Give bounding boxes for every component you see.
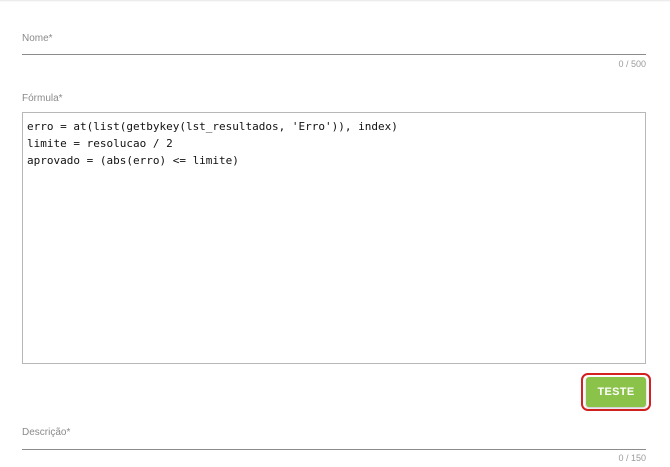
formula-editor[interactable]: erro = at(list(getbykey(lst_resultados, … — [22, 112, 646, 364]
nome-input[interactable] — [22, 40, 646, 55]
formula-line: aprovado = (abs(erro) <= limite) — [27, 154, 239, 167]
formula-line: erro = at(list(getbykey(lst_resultados, … — [27, 120, 398, 133]
test-button[interactable]: TESTE — [586, 377, 646, 407]
nome-counter: 0 / 500 — [618, 59, 646, 69]
formula-form: Nome* 0 / 500 Fórmula* erro = at(list(ge… — [0, 0, 670, 467]
descricao-input[interactable] — [22, 435, 646, 450]
formula-line: limite = resolucao / 2 — [27, 137, 173, 150]
descricao-counter: 0 / 150 — [618, 453, 646, 463]
formula-label: Fórmula* — [22, 93, 63, 104]
top-shadow — [0, 0, 670, 2]
